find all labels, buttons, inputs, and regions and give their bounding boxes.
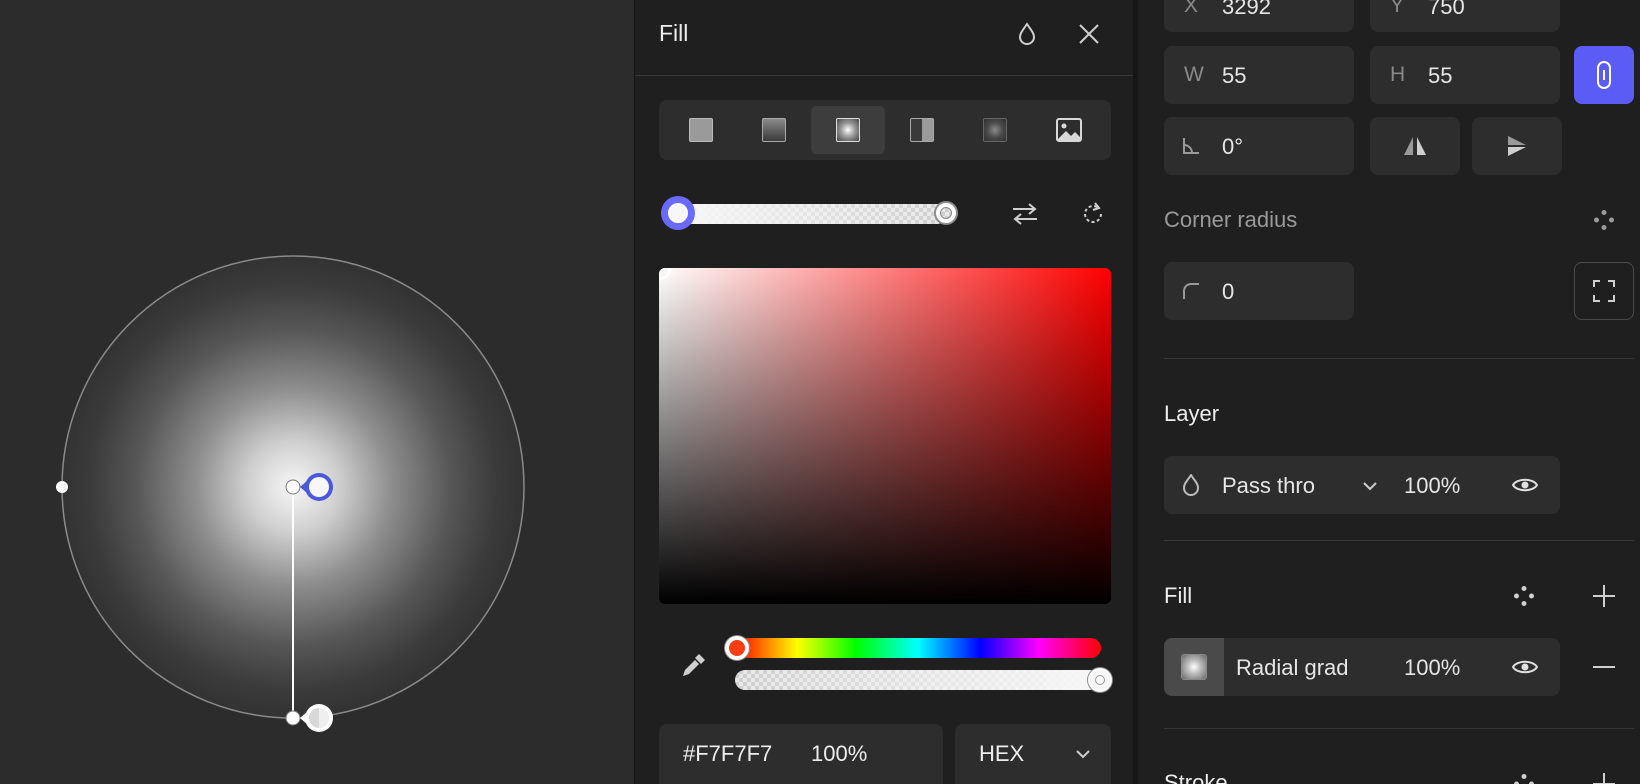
fill-popover: Fill #F7F7F7 100% HEX <box>634 0 1134 784</box>
droplet-icon[interactable] <box>1011 18 1043 50</box>
gradient-stops-track[interactable] <box>679 204 947 224</box>
fill-type-image[interactable] <box>1032 106 1106 154</box>
fill-swatch-cell[interactable] <box>1164 638 1224 696</box>
remove-fill-icon[interactable] <box>1588 651 1620 683</box>
swap-arrows-icon[interactable] <box>1005 196 1045 232</box>
flip-vertical-button[interactable] <box>1472 117 1562 175</box>
gradient-center-handle[interactable] <box>285 479 301 495</box>
alpha-slider-thumb[interactable] <box>1088 668 1112 692</box>
gradient-end-handle[interactable] <box>285 710 301 726</box>
fill-type-angular[interactable] <box>885 106 959 154</box>
divider <box>1164 358 1634 359</box>
y-field[interactable]: Y 750 <box>1370 0 1560 32</box>
width-field[interactable]: W 55 <box>1164 46 1354 104</box>
radial-gradient-swatch <box>1181 654 1207 680</box>
radial-gradient-icon <box>835 118 860 142</box>
gradient-end-stop[interactable] <box>300 704 333 732</box>
hue-slider[interactable] <box>735 638 1101 658</box>
blend-mode-select[interactable]: Pass thro <box>1222 456 1362 514</box>
fill-section-title: Fill <box>1164 583 1193 608</box>
width-label: W <box>1184 63 1204 86</box>
independent-corners-button[interactable] <box>1574 262 1634 320</box>
linear-gradient-icon <box>762 118 787 142</box>
eye-icon[interactable] <box>1510 652 1540 682</box>
fill-item-opacity[interactable]: 100% <box>1404 655 1460 681</box>
corner-radius-icon <box>1178 278 1204 304</box>
x-value[interactable]: 3292 <box>1222 0 1271 20</box>
flip-horizontal-button[interactable] <box>1370 117 1460 175</box>
chevron-down-icon[interactable] <box>1360 476 1380 496</box>
fill-type-solid[interactable] <box>664 106 738 154</box>
layer-title: Layer <box>1164 401 1220 426</box>
variables-icon[interactable] <box>1588 204 1620 236</box>
hue-slider-thumb[interactable] <box>725 636 749 660</box>
fill-type-linear[interactable] <box>738 106 812 154</box>
image-fill-icon <box>1055 118 1082 142</box>
add-fill-icon[interactable] <box>1588 580 1620 612</box>
y-value[interactable]: 750 <box>1428 0 1465 20</box>
alpha-slider[interactable] <box>735 670 1101 690</box>
blend-mode-value: Pass thro <box>1222 473 1315 498</box>
blend-mode-droplet-icon <box>1178 472 1204 498</box>
angular-gradient-icon <box>909 118 934 142</box>
fill-item[interactable]: Radial grad 100% <box>1164 638 1560 696</box>
fill-type-selector <box>659 100 1111 160</box>
gradient-handles <box>56 255 525 732</box>
corner-radius-field[interactable]: 0 <box>1164 262 1354 320</box>
solid-fill-icon <box>688 118 713 142</box>
height-value[interactable]: 55 <box>1428 63 1452 89</box>
rotate-icon[interactable] <box>1073 196 1113 232</box>
gradient-stop-2[interactable] <box>934 201 958 225</box>
corner-radius-title: Corner radius <box>1164 207 1298 232</box>
fill-styles-icon[interactable] <box>1508 580 1540 612</box>
gradient-stop-1[interactable] <box>661 196 695 230</box>
eyedropper-icon[interactable] <box>673 646 713 686</box>
flip-horizontal-icon <box>1370 117 1460 175</box>
x-field[interactable]: X 3292 <box>1164 0 1354 32</box>
expand-corners-icon <box>1575 263 1632 318</box>
close-icon[interactable] <box>1073 18 1105 50</box>
y-label: Y <box>1390 0 1405 17</box>
fill-popover-title: Fill <box>659 20 689 46</box>
eye-icon[interactable] <box>1510 470 1540 500</box>
rotation-field[interactable]: 0° <box>1164 117 1354 175</box>
corner-radius-value[interactable]: 0 <box>1222 279 1234 305</box>
divider <box>1164 540 1634 541</box>
fill-type-diamond[interactable] <box>958 106 1032 154</box>
stroke-section-title: Stroke <box>1164 770 1228 784</box>
rotation-value[interactable]: 0° <box>1222 134 1243 160</box>
color-mode-select[interactable]: HEX <box>955 724 1111 784</box>
color-mode-label: HEX <box>979 741 1025 766</box>
angle-icon <box>1178 133 1204 159</box>
color-picker-handle[interactable] <box>659 268 671 280</box>
flip-vertical-icon <box>1472 117 1562 175</box>
height-label: H <box>1390 63 1406 86</box>
constrain-proportions-button[interactable] <box>1574 46 1634 104</box>
gradient-width-handle[interactable] <box>56 481 68 493</box>
hex-input[interactable]: #F7F7F7 100% <box>659 724 943 784</box>
width-value[interactable]: 55 <box>1222 63 1246 89</box>
properties-panel: X 3292 Y 750 W 55 H 55 0° Corner radius … <box>1134 0 1640 784</box>
design-canvas[interactable] <box>0 0 634 784</box>
hex-value[interactable]: #F7F7F7 <box>683 741 772 767</box>
diamond-gradient-icon <box>983 118 1008 142</box>
layer-opacity-value[interactable]: 100% <box>1404 473 1460 499</box>
gradient-start-stop[interactable] <box>300 473 333 501</box>
fill-item-name[interactable]: Radial grad <box>1236 655 1349 681</box>
stroke-styles-icon[interactable] <box>1508 768 1540 784</box>
layer-field: Pass thro 100% <box>1164 456 1560 514</box>
fill-popover-header: Fill <box>635 0 1133 76</box>
fill-type-radial[interactable] <box>811 106 885 154</box>
saturation-value-picker[interactable] <box>659 268 1111 604</box>
link-icon <box>1574 46 1634 104</box>
add-stroke-icon[interactable] <box>1588 768 1620 784</box>
chevron-down-icon <box>1073 744 1093 764</box>
height-field[interactable]: H 55 <box>1370 46 1560 104</box>
divider <box>1164 728 1634 729</box>
app-root: Fill #F7F7F7 100% HEX X 3292 Y 750 W 55 … <box>0 0 1640 784</box>
x-label: X <box>1184 0 1199 17</box>
color-opacity-value[interactable]: 100% <box>811 741 867 767</box>
